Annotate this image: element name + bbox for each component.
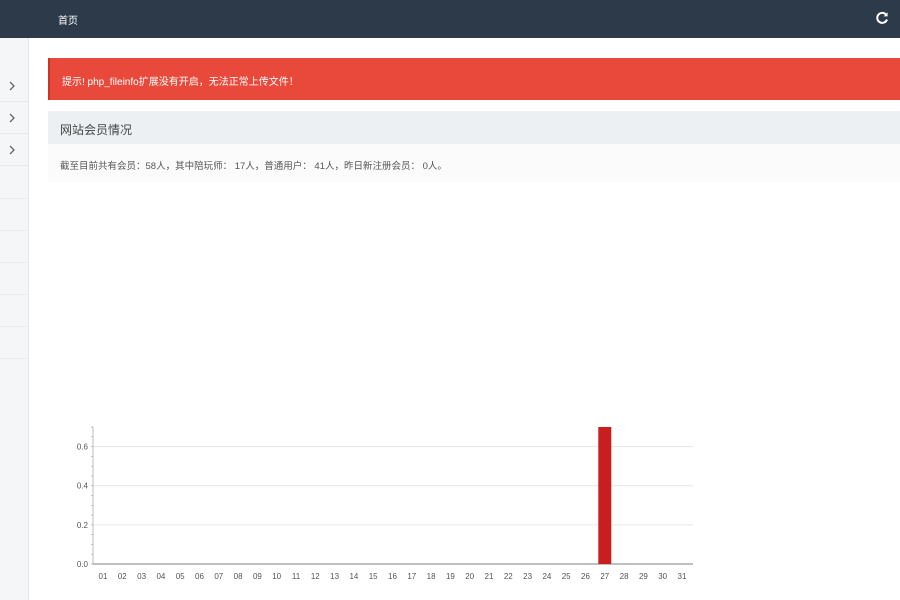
x-tick-label: 12 [311, 572, 320, 581]
x-tick-label: 04 [156, 572, 165, 581]
sidebar-item-2[interactable] [0, 103, 28, 134]
registration-bar-chart: 0.0 0.2 0.4 0.6 01 02 03 04 05 06 07 08 09 10 11 12 13 14… [77, 426, 693, 581]
x-tick-label: 07 [214, 572, 223, 581]
member-stats-text: 截至目前共有会员：58人，其中陪玩师： 17人，普通用户： 41人，昨日新注册会… [60, 161, 447, 172]
refresh-icon[interactable] [874, 10, 890, 26]
chevron-right-icon [9, 81, 15, 91]
sidebar-divider [0, 358, 28, 359]
sidebar-divider [0, 198, 28, 199]
x-tick-label: 05 [176, 572, 185, 581]
x-tick-label: 18 [427, 572, 436, 581]
x-tick-label: 17 [407, 572, 416, 581]
x-tick-label: 10 [272, 572, 281, 581]
sidebar [0, 38, 29, 600]
x-tick-label: 19 [446, 572, 455, 581]
y-tick-label: 0.2 [77, 521, 89, 530]
warning-alert: 提示! php_fileinfo扩展没有开启，无法正常上传文件！ [48, 58, 900, 100]
x-tick-label: 01 [99, 572, 108, 581]
panel-title: 网站会员情况 [60, 123, 133, 137]
x-tick-label: 06 [195, 572, 204, 581]
x-tick-label: 31 [678, 572, 687, 581]
x-tick-label: 29 [639, 572, 648, 581]
x-tick-label: 21 [485, 572, 494, 581]
x-tick-label: 02 [118, 572, 127, 581]
x-tick-label: 22 [504, 572, 513, 581]
x-tick-label: 28 [620, 572, 629, 581]
x-tick-label: 25 [562, 572, 571, 581]
x-tick-label: 20 [465, 572, 474, 581]
y-tick-label: 0.6 [77, 443, 89, 452]
sidebar-divider [0, 262, 28, 263]
x-tick-label: 08 [234, 572, 243, 581]
x-tick-label: 23 [523, 572, 532, 581]
x-tick-label: 09 [253, 572, 262, 581]
x-tick-label: 03 [137, 572, 146, 581]
sidebar-divider [0, 294, 28, 295]
sidebar-divider [0, 326, 28, 327]
bar-27 [598, 427, 612, 564]
x-tick-label: 26 [581, 572, 590, 581]
x-tick-label: 27 [600, 572, 609, 581]
sidebar-divider [0, 230, 28, 231]
x-tick-label: 11 [292, 572, 301, 581]
top-navbar: 首页 [0, 0, 900, 38]
panel-header: 网站会员情况 [48, 111, 900, 144]
chevron-right-icon [9, 145, 15, 155]
x-tick-label: 15 [369, 572, 378, 581]
sidebar-item-3[interactable] [0, 135, 28, 166]
x-tick-label: 14 [349, 572, 358, 581]
x-tick-label: 24 [542, 572, 551, 581]
sidebar-item-1[interactable] [0, 71, 28, 102]
x-tick-label: 16 [388, 572, 397, 581]
x-tick-label: 13 [330, 572, 339, 581]
y-tick-label: 0.0 [77, 560, 89, 569]
chevron-right-icon [9, 113, 15, 123]
panel-body: 截至目前共有会员：58人，其中陪玩师： 17人，普通用户： 41人，昨日新注册会… [48, 144, 900, 182]
nav-home-link[interactable]: 首页 [58, 12, 78, 27]
alert-message: 提示! php_fileinfo扩展没有开启，无法正常上传文件！ [62, 77, 299, 88]
x-tick-label: 30 [658, 572, 667, 581]
y-tick-label: 0.4 [77, 482, 89, 491]
